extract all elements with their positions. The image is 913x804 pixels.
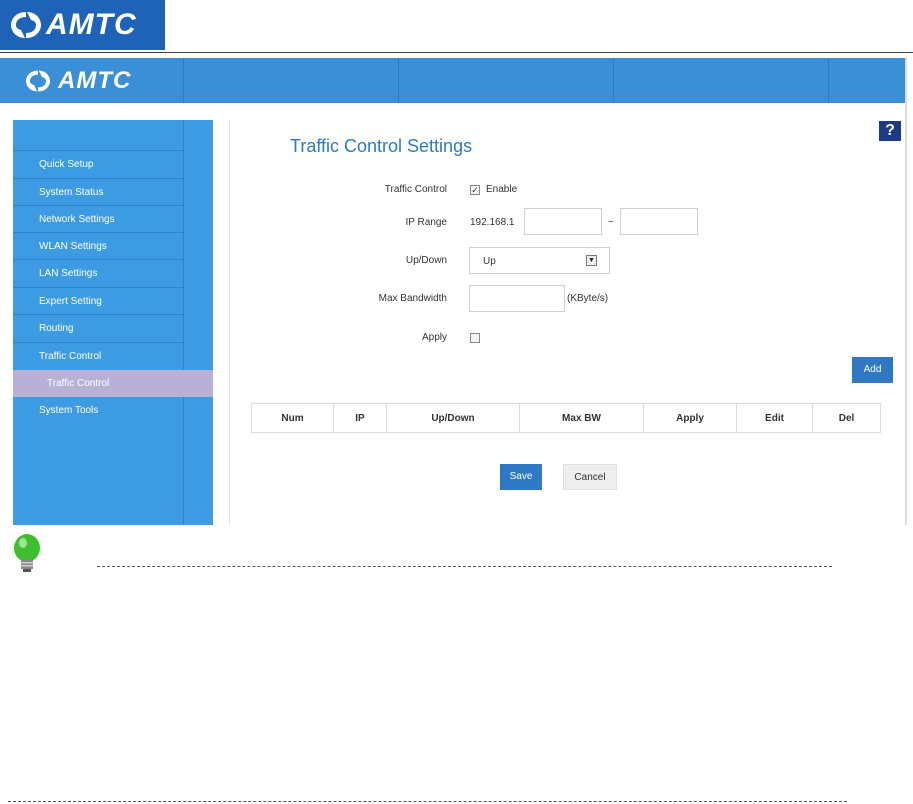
- sidebar-item-system-tools[interactable]: System Tools: [13, 397, 183, 424]
- apply-label: Apply: [421, 332, 447, 343]
- sidebar-divider: [183, 120, 184, 525]
- ip-prefix-text: 192.168.1: [470, 217, 515, 228]
- save-button[interactable]: Save: [500, 464, 542, 490]
- ip-end-input[interactable]: [620, 208, 698, 235]
- ip-range-separator: ~: [608, 217, 614, 228]
- header-divider: [613, 58, 614, 103]
- page-edge: [905, 58, 907, 525]
- doc-brand-text: AMTC: [46, 8, 137, 41]
- apply-checkbox[interactable]: [470, 333, 480, 343]
- sidebar: Quick Setup System Status Network Settin…: [13, 120, 213, 525]
- tip-bottom-divider: [8, 801, 847, 802]
- header-divider: [398, 58, 399, 103]
- add-button[interactable]: Add: [852, 357, 893, 383]
- traffic-control-label: Traffic Control: [384, 184, 447, 195]
- rules-table-header: Num IP Up/Down Max BW Apply Edit Del: [251, 403, 881, 433]
- header-divider: [828, 58, 829, 103]
- max-bandwidth-input[interactable]: [469, 285, 565, 312]
- column-header-num: Num: [252, 404, 334, 432]
- sidebar-item-wlan-settings[interactable]: WLAN Settings: [13, 232, 183, 259]
- column-header-updown: Up/Down: [387, 404, 520, 432]
- sidebar-item-system-status[interactable]: System Status: [13, 178, 183, 205]
- column-header-del: Del: [838, 412, 855, 424]
- tip-divider: [97, 566, 832, 567]
- ip-start-input[interactable]: [524, 208, 602, 235]
- column-header-edit: Edit: [737, 404, 813, 432]
- sidebar-subitem-traffic-control[interactable]: Traffic Control: [13, 370, 213, 397]
- enable-checkbox[interactable]: ✓: [470, 185, 480, 195]
- router-brand-logo: AMTC: [22, 64, 131, 98]
- ip-range-label: IP Range: [405, 217, 447, 228]
- amtc-logo-icon: [26, 70, 50, 92]
- sidebar-item-routing[interactable]: Routing: [13, 314, 183, 341]
- router-header: AMTC: [0, 58, 905, 103]
- enable-label: Enable: [486, 184, 518, 195]
- amtc-logo-icon: [11, 12, 41, 38]
- page-title: Traffic Control Settings: [290, 136, 473, 156]
- question-icon[interactable]: ?: [879, 121, 901, 141]
- sidebar-item-network-settings[interactable]: Network Settings: [13, 205, 183, 232]
- max-bandwidth-unit: (KByte/s): [567, 293, 609, 304]
- sidebar-item-quick-setup[interactable]: Quick Setup: [13, 150, 183, 177]
- sidebar-item-traffic-control[interactable]: Traffic Control: [13, 342, 183, 369]
- column-header-apply: Apply: [644, 404, 737, 432]
- column-header-ip: IP: [334, 404, 387, 432]
- column-header-max-bw: Max BW: [520, 404, 644, 432]
- header-divider: [183, 58, 184, 103]
- chevron-down-icon: ▼: [586, 255, 597, 266]
- sidebar-item-expert-setting[interactable]: Expert Setting: [13, 287, 183, 314]
- router-brand-text: AMTC: [58, 67, 132, 94]
- sidebar-item-lan-settings[interactable]: LAN Settings: [13, 259, 183, 286]
- updown-selected-value: Up: [483, 256, 496, 267]
- updown-select[interactable]: Up ▼: [469, 247, 610, 274]
- doc-header-rule: [0, 52, 913, 53]
- lightbulb-icon: [8, 531, 46, 584]
- max-bandwidth-label: Max Bandwidth: [378, 293, 447, 304]
- doc-brand-logo: AMTC: [0, 0, 165, 50]
- updown-label: Up/Down: [405, 255, 447, 266]
- cancel-button[interactable]: Cancel: [563, 464, 617, 490]
